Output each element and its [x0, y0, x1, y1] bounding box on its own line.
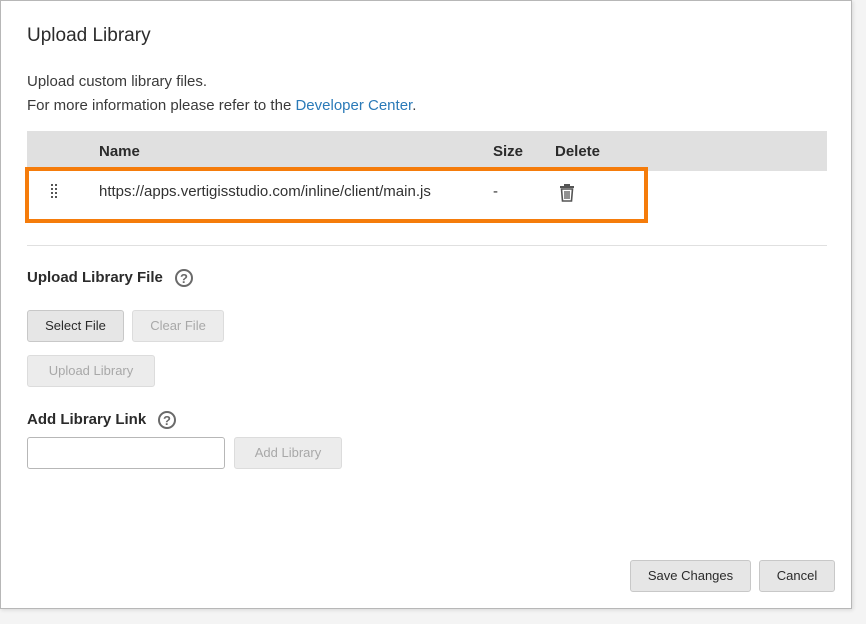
library-link-input[interactable] — [27, 437, 225, 469]
description-line-2: For more information please refer to the… — [27, 94, 416, 118]
library-table-header: Name Size Delete — [27, 131, 827, 171]
developer-center-link[interactable]: Developer Center — [295, 97, 412, 114]
upload-library-button[interactable]: Upload Library — [27, 355, 155, 387]
select-file-button[interactable]: Select File — [27, 310, 124, 342]
trash-icon[interactable] — [559, 183, 575, 203]
upload-library-file-label: Upload Library File — [27, 269, 163, 286]
column-header-size: Size — [493, 143, 524, 160]
description-line-1: Upload custom library files. — [27, 73, 208, 90]
help-icon[interactable]: ? — [158, 411, 176, 429]
save-changes-button[interactable]: Save Changes — [630, 560, 751, 592]
section-divider — [27, 245, 827, 246]
column-header-name: Name — [99, 143, 140, 160]
column-header-delete: Delete — [555, 143, 601, 160]
dialog-description: Upload custom library files. For more in… — [27, 70, 416, 118]
dialog-title: Upload Library — [27, 25, 151, 46]
help-icon[interactable]: ? — [175, 269, 193, 287]
library-size: - — [493, 183, 498, 200]
description-suffix: . — [412, 97, 417, 114]
library-name: https://apps.vertigisstudio.com/inline/c… — [99, 183, 431, 200]
add-library-button[interactable]: Add Library — [234, 437, 342, 469]
add-library-link-label: Add Library Link — [27, 411, 147, 428]
drag-handle-icon[interactable] — [51, 184, 59, 200]
description-prefix: For more information please refer to the — [27, 97, 296, 114]
clear-file-button[interactable]: Clear File — [132, 310, 224, 342]
table-row: https://apps.vertigisstudio.com/inline/c… — [27, 171, 827, 215]
upload-library-dialog: Upload Library Upload custom library fil… — [0, 0, 852, 609]
cancel-button[interactable]: Cancel — [759, 560, 835, 592]
